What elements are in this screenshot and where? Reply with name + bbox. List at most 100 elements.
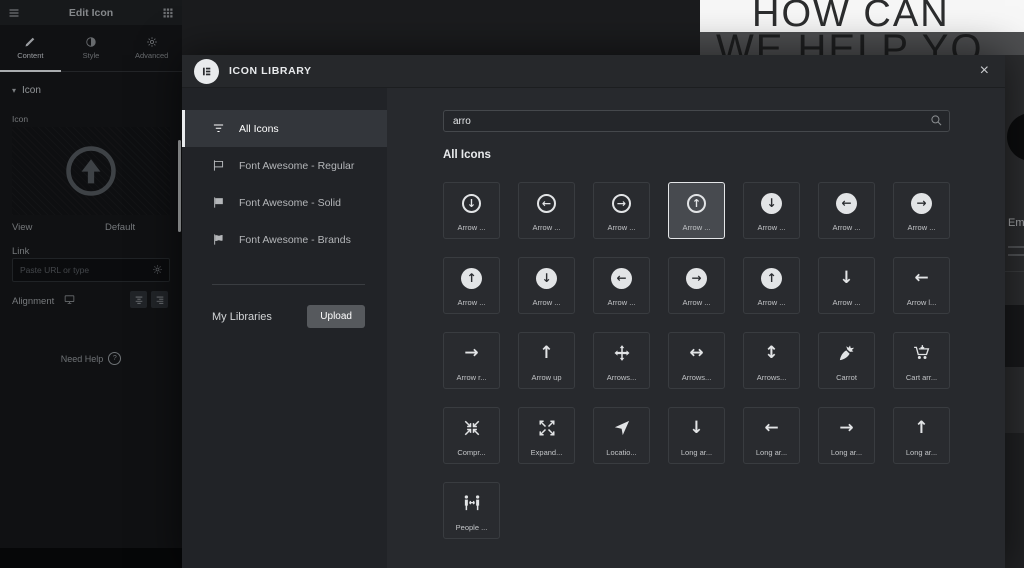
icon-tile-arrow-alt-circle-down-regular[interactable]: ↓ Arrow ... [443, 182, 500, 239]
icon-tile-arrow-up[interactable]: ↑ Arrow up [518, 332, 575, 389]
arrow-alt-circle-left-regular-icon: ← [537, 183, 556, 223]
panel-scrollbar[interactable] [178, 140, 181, 232]
icon-tile-arrows-alt-v[interactable]: ↕ Arrows... [743, 332, 800, 389]
tab-advanced[interactable]: Advanced [121, 25, 182, 71]
icon-tile-cart-arrow-down[interactable]: Cart arr... [893, 332, 950, 389]
results-section-heading: All Icons [443, 149, 491, 161]
page-preview-dimmed-strip: WE HELP YO [700, 32, 1024, 55]
icon-tile-expand-arrows-alt[interactable]: Expand... [518, 407, 575, 464]
location-arrow-icon [613, 408, 631, 448]
icon-tile-arrow-right[interactable]: → Arrow r... [443, 332, 500, 389]
icon-tile-arrows-alt[interactable]: Arrows... [593, 332, 650, 389]
widgets-grid-icon[interactable] [162, 7, 174, 19]
page-preview-divider [1005, 271, 1024, 272]
hamburger-menu-icon[interactable] [8, 7, 20, 19]
search-input[interactable] [443, 110, 950, 132]
icon-preview-box[interactable] [12, 127, 170, 215]
arrows-alt-h-icon: ↔ [689, 343, 704, 363]
modal-title: ICON LIBRARY [229, 65, 312, 77]
link-label: Link [12, 246, 30, 257]
sidebar-item-fa-brands[interactable]: Font Awesome - Brands [182, 221, 387, 258]
view-select[interactable]: Default [105, 222, 135, 233]
icon-tile-carrot[interactable]: Carrot [818, 332, 875, 389]
flag-brands-icon [212, 233, 225, 246]
icon-tile-long-arrow-alt-down[interactable]: ↓ Long ar... [668, 407, 725, 464]
upload-button[interactable]: Upload [307, 305, 365, 328]
close-icon[interactable]: × [976, 61, 993, 81]
arrow-circle-right-icon: → [686, 258, 707, 298]
page-preview-image-block [1005, 433, 1024, 568]
icon-grid: ↓ Arrow ... ← Arrow ... → Arrow ... ↑ Arrow ...… [443, 182, 950, 539]
long-arrow-alt-down-icon: ↓ [689, 418, 704, 438]
tab-content[interactable]: Content [0, 25, 61, 72]
carrot-icon [838, 333, 856, 373]
icon-tile-arrow-circle-up[interactable]: ↑ Arrow ... [743, 257, 800, 314]
tab-style[interactable]: Style [61, 25, 122, 71]
arrow-alt-circle-down-regular-icon: ↓ [462, 183, 481, 223]
icon-tile-arrow-alt-circle-down-solid[interactable]: ↓ Arrow ... [743, 182, 800, 239]
page-preview-circle [1007, 113, 1024, 161]
arrow-alt-circle-right-solid-icon: → [911, 183, 932, 223]
panel-tabs: Content Style Advanced [0, 25, 182, 72]
link-input[interactable] [12, 258, 170, 282]
page-preview-text-line [1008, 254, 1024, 256]
icon-tile-long-arrow-alt-left[interactable]: ← Long ar... [743, 407, 800, 464]
modal-main: All Icons ↓Arrow ... ←Arrow ... →Arrow ...… [387, 88, 1005, 568]
icon-tile-arrow-alt-circle-left-solid[interactable]: ← Arrow ... [818, 182, 875, 239]
icon-section-header[interactable]: ▾ Icon [12, 85, 41, 96]
arrow-up-icon: ↑ [539, 343, 554, 363]
arrow-alt-circle-down-solid-icon: ↓ [761, 183, 782, 223]
icon-tile-arrow-alt-circle-right-regular[interactable]: → Arrow ... [593, 182, 650, 239]
cart-arrow-down-icon [913, 333, 931, 373]
half-circle-icon [85, 36, 97, 48]
filter-icon [212, 122, 225, 135]
responsive-monitor-icon[interactable] [64, 294, 75, 305]
modal-sidebar: All Icons Font Awesome - Regular Font Aw… [182, 88, 387, 568]
page-preview-headline-strip: HOW CAN [700, 0, 1024, 32]
need-help-link[interactable]: Need Help ? [0, 352, 182, 365]
icon-tile-arrow-circle-down[interactable]: ↓ Arrow ... [518, 257, 575, 314]
gear-icon [146, 36, 158, 48]
align-center-button[interactable] [130, 291, 147, 308]
arrow-circle-up-icon: ↑ [761, 258, 782, 298]
long-arrow-alt-right-icon: → [839, 418, 854, 438]
icon-tile-people-arrows[interactable]: People ... [443, 482, 500, 539]
arrow-alt-circle-right-regular-icon: → [612, 183, 631, 223]
long-arrow-alt-up-icon: ↑ [914, 418, 929, 438]
icon-tile-arrow-alt-circle-up-regular[interactable]: ↑ Arrow ... [668, 182, 725, 239]
pencil-icon [24, 36, 36, 48]
sidebar-item-all-icons[interactable]: All Icons [182, 110, 387, 147]
icon-tile-arrow-down[interactable]: ↓ Arrow ... [818, 257, 875, 314]
icon-tile-arrow-alt-circle-up-solid[interactable]: ↑ Arrow ... [443, 257, 500, 314]
arrow-circle-down-icon: ↓ [536, 258, 557, 298]
icon-tile-arrow-alt-circle-left-regular[interactable]: ← Arrow ... [518, 182, 575, 239]
icon-tile-location-arrow[interactable]: Locatio... [593, 407, 650, 464]
icon-tile-arrow-alt-circle-right-solid[interactable]: → Arrow ... [893, 182, 950, 239]
icon-tile-arrow-circle-right[interactable]: → Arrow ... [668, 257, 725, 314]
icon-tile-arrow-circle-left[interactable]: ← Arrow ... [593, 257, 650, 314]
arrows-alt-v-icon: ↕ [764, 343, 779, 363]
page-preview-text-line [1008, 246, 1024, 248]
arrow-circle-up-preview-icon [64, 144, 118, 198]
modal-header: ICON LIBRARY × [182, 55, 1005, 88]
elementor-logo-icon [194, 58, 219, 84]
align-right-button[interactable] [151, 291, 168, 308]
page-preview-image-block [1005, 305, 1024, 367]
page-preview-text-snippet: Em [1008, 217, 1024, 229]
question-circle-icon: ? [108, 352, 122, 365]
panel-header: Edit Icon [0, 0, 182, 25]
view-label: View [12, 222, 33, 233]
icon-tile-long-arrow-alt-right[interactable]: → Long ar... [818, 407, 875, 464]
screen: HOW CAN WE HELP YO Em Edit Icon Content … [0, 0, 1024, 568]
icon-library-modal: ICON LIBRARY × All Icons Font Awesome - … [182, 55, 1005, 568]
my-libraries-label: My Libraries [212, 310, 272, 323]
icon-tile-arrow-left[interactable]: ← Arrow l... [893, 257, 950, 314]
sidebar-item-fa-solid[interactable]: Font Awesome - Solid [182, 184, 387, 221]
icon-tile-long-arrow-alt-up[interactable]: ↑ Long ar... [893, 407, 950, 464]
link-options-gear-icon[interactable] [152, 264, 163, 275]
my-libraries-row: My Libraries Upload [212, 305, 365, 328]
sidebar-item-fa-regular[interactable]: Font Awesome - Regular [182, 147, 387, 184]
align-right-icon [155, 295, 165, 305]
icon-tile-compress-arrows-alt[interactable]: Compr... [443, 407, 500, 464]
icon-tile-arrows-alt-h[interactable]: ↔ Arrows... [668, 332, 725, 389]
